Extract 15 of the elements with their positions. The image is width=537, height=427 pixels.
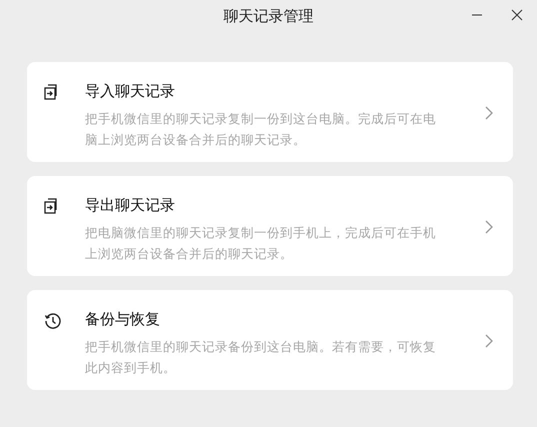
option-title: 备份与恢复: [85, 310, 161, 329]
option-description: 把手机微信里的聊天记录复制一份到这台电脑。完成后可在电脑上浏览两台设备合并后的聊天记录。: [85, 110, 437, 149]
option-description: 把手机微信里的聊天记录备份到这台电脑。若有需要，可恢复此内容到手机。: [85, 338, 437, 377]
chevron-right-icon: [485, 220, 493, 234]
chevron-right-icon: [485, 334, 493, 348]
window-title: 聊天记录管理: [224, 6, 314, 26]
close-icon[interactable]: [511, 9, 523, 21]
history-icon: [43, 311, 63, 331]
chevron-right-icon: [485, 106, 493, 120]
option-card[interactable]: 导入聊天记录 把手机微信里的聊天记录复制一份到这台电脑。完成后可在电脑上浏览两台设备合并后的聊天记录。: [27, 62, 513, 162]
option-card[interactable]: 导出聊天记录 把电脑微信里的聊天记录复制一份到手机上，完成后可在手机上浏览两台设备合并后的聊天记录。: [27, 176, 513, 276]
option-title: 导入聊天记录: [85, 82, 176, 101]
option-card[interactable]: 备份与恢复 把手机微信里的聊天记录备份到这台电脑。若有需要，可恢复此内容到手机。: [27, 290, 513, 390]
option-description: 把电脑微信里的聊天记录复制一份到手机上，完成后可在手机上浏览两台设备合并后的聊天记录。: [85, 224, 437, 263]
option-title: 导出聊天记录: [85, 196, 176, 215]
